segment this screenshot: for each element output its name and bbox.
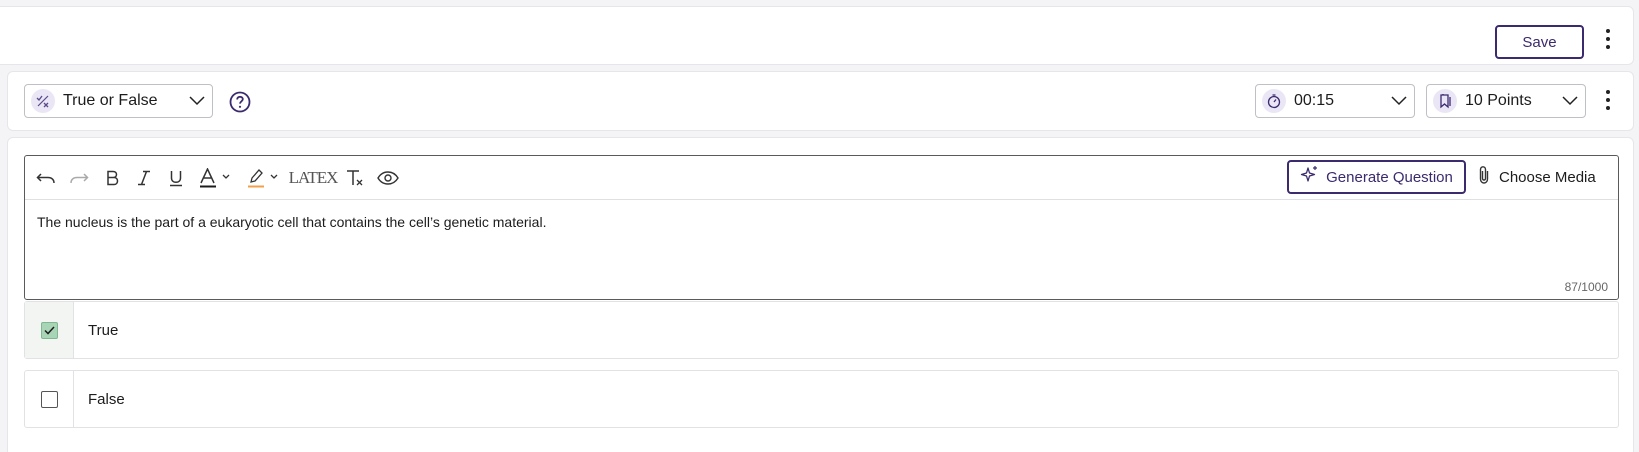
bold-icon[interactable] — [103, 167, 121, 189]
italic-icon[interactable] — [135, 167, 153, 189]
preview-eye-icon[interactable] — [376, 167, 400, 189]
chevron-down-icon — [1390, 92, 1408, 110]
stopwatch-icon — [1262, 89, 1286, 113]
question-text[interactable]: The nucleus is the part of a eukaryotic … — [37, 214, 546, 230]
option-checkbox[interactable] — [40, 390, 58, 408]
underline-icon[interactable] — [167, 167, 185, 189]
rich-text-editor[interactable]: LATEX Generate Question Choose Media The — [24, 155, 1619, 300]
choose-media-button[interactable]: Choose Media — [1477, 166, 1596, 188]
question-settings-bar: True or False 00:15 10 Points — [7, 71, 1634, 131]
question-editor-panel: LATEX Generate Question Choose Media The — [7, 137, 1634, 452]
highlight-icon[interactable] — [247, 167, 281, 189]
redo-icon[interactable] — [68, 167, 90, 189]
choose-media-label: Choose Media — [1499, 168, 1596, 186]
true-false-icon — [31, 89, 55, 113]
timer-label: 00:15 — [1294, 92, 1335, 109]
checkmark-icon — [43, 325, 55, 335]
more-options-icon[interactable] — [1603, 90, 1613, 110]
chevron-down-icon — [1561, 92, 1579, 110]
timer-select[interactable]: 00:15 — [1255, 84, 1415, 118]
sparkle-icon — [1300, 165, 1320, 189]
generate-question-button[interactable]: Generate Question — [1287, 160, 1466, 194]
top-bar: Save — [0, 6, 1634, 65]
answer-option-true[interactable]: True — [24, 301, 1619, 359]
option-label: False — [88, 390, 125, 408]
character-count: 87/1000 — [1564, 280, 1608, 294]
option-checkbox-checked[interactable] — [40, 321, 58, 339]
more-options-icon[interactable] — [1603, 29, 1613, 49]
generate-question-label: Generate Question — [1326, 168, 1453, 186]
option-label: True — [88, 321, 119, 339]
undo-icon[interactable] — [35, 167, 57, 189]
points-label: 10 Points — [1465, 92, 1532, 109]
bookmarks-icon — [1433, 89, 1457, 113]
chevron-down-icon — [188, 92, 206, 110]
save-button[interactable]: Save — [1495, 25, 1584, 59]
question-type-select[interactable]: True or False — [24, 84, 213, 118]
help-icon[interactable] — [229, 91, 251, 113]
clear-formatting-icon[interactable] — [346, 167, 366, 189]
latex-button[interactable]: LATEX — [289, 167, 339, 189]
text-color-icon[interactable] — [199, 167, 233, 189]
answer-option-false[interactable]: False — [24, 370, 1619, 428]
checkbox-cell — [25, 302, 74, 358]
question-type-label: True or False — [63, 92, 158, 109]
paperclip-icon — [1477, 165, 1491, 189]
editor-toolbar: LATEX Generate Question Choose Media — [25, 156, 1618, 200]
points-select[interactable]: 10 Points — [1426, 84, 1586, 118]
checkbox-cell — [25, 371, 74, 427]
